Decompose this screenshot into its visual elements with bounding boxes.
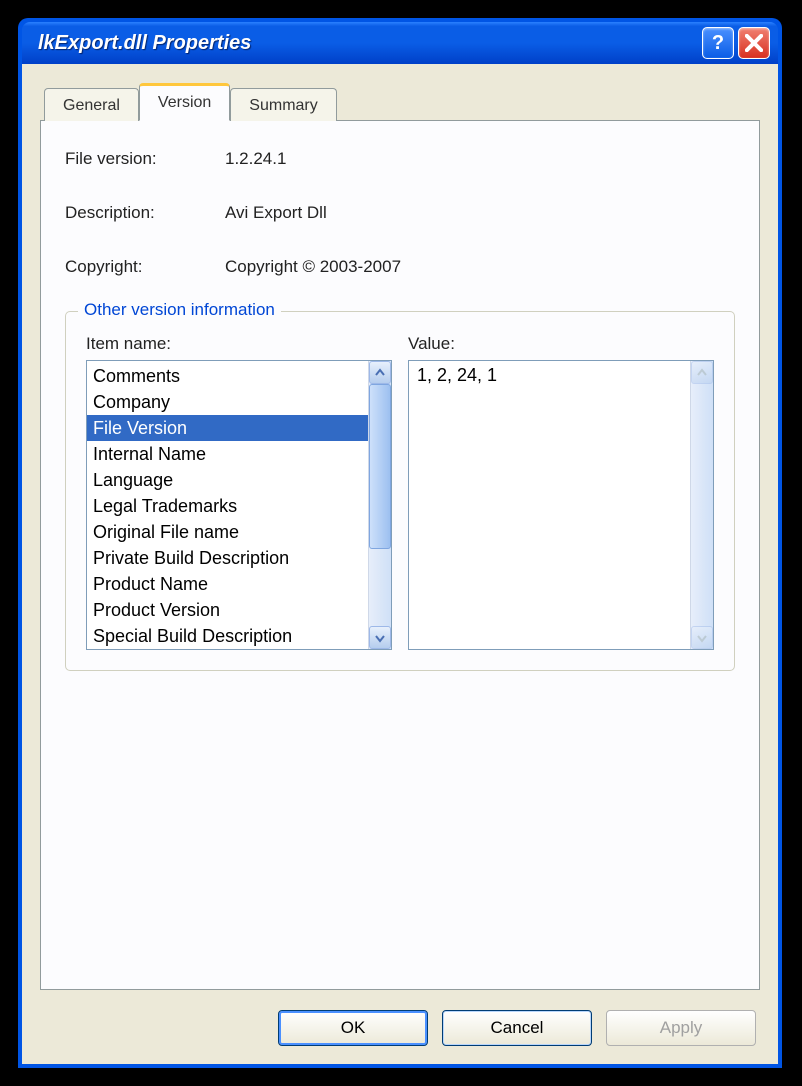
client-area: General Version Summary File version: 1.…	[22, 64, 778, 1064]
list-item[interactable]: Company	[87, 389, 368, 415]
titlebar-controls: ?	[702, 27, 770, 59]
chevron-down-icon	[375, 633, 385, 643]
cancel-button[interactable]: Cancel	[442, 1010, 592, 1046]
tab-summary[interactable]: Summary	[230, 88, 336, 121]
list-item[interactable]: Language	[87, 467, 368, 493]
row-description: Description: Avi Export Dll	[65, 203, 735, 223]
value-scrollbar	[690, 361, 713, 649]
chevron-up-icon	[697, 368, 707, 378]
close-button[interactable]	[738, 27, 770, 59]
scroll-up-button[interactable]	[369, 361, 391, 384]
chevron-up-icon	[375, 368, 385, 378]
col-value: Value: 1, 2, 24, 1	[408, 334, 714, 650]
tab-general[interactable]: General	[44, 88, 139, 121]
list-item[interactable]: Comments	[87, 363, 368, 389]
help-button[interactable]: ?	[702, 27, 734, 59]
file-version-value: 1.2.24.1	[225, 149, 286, 169]
window-title: lkExport.dll Properties	[38, 32, 702, 55]
row-copyright: Copyright: Copyright © 2003-2007	[65, 257, 735, 277]
scroll-track[interactable]	[369, 384, 391, 626]
group-other-version-info: Other version information Item name: Com…	[65, 311, 735, 671]
titlebar: lkExport.dll Properties ?	[22, 22, 778, 64]
group-legend: Other version information	[78, 300, 281, 320]
chevron-down-icon	[697, 633, 707, 643]
tab-panel-version: File version: 1.2.24.1 Description: Avi …	[40, 120, 760, 990]
list-item[interactable]: Special Build Description	[87, 623, 368, 649]
scroll-up-button	[691, 361, 713, 384]
scroll-down-button[interactable]	[369, 626, 391, 649]
scroll-down-button	[691, 626, 713, 649]
list-item[interactable]: Product Name	[87, 571, 368, 597]
value-textbox[interactable]: 1, 2, 24, 1	[408, 360, 714, 650]
list-item[interactable]: Internal Name	[87, 441, 368, 467]
value-text: 1, 2, 24, 1	[409, 361, 690, 649]
description-label: Description:	[65, 203, 225, 223]
copyright-value: Copyright © 2003-2007	[225, 257, 401, 277]
value-label: Value:	[408, 334, 714, 354]
close-icon	[745, 34, 763, 52]
list-item[interactable]: Private Build Description	[87, 545, 368, 571]
ok-button[interactable]: OK	[278, 1010, 428, 1046]
copyright-label: Copyright:	[65, 257, 225, 277]
apply-button: Apply	[606, 1010, 756, 1046]
col-item-name: Item name: CommentsCompanyFile VersionIn…	[86, 334, 392, 650]
dialog-buttons: OK Cancel Apply	[40, 1010, 760, 1046]
tab-version[interactable]: Version	[139, 83, 230, 121]
row-file-version: File version: 1.2.24.1	[65, 149, 735, 169]
tab-strip: General Version Summary	[40, 82, 760, 120]
list-item[interactable]: Product Version	[87, 597, 368, 623]
list-item[interactable]: Original File name	[87, 519, 368, 545]
item-name-label: Item name:	[86, 334, 392, 354]
item-list-scrollbar[interactable]	[368, 361, 391, 649]
description-value: Avi Export Dll	[225, 203, 327, 223]
item-name-listbox[interactable]: CommentsCompanyFile VersionInternal Name…	[86, 360, 392, 650]
help-icon: ?	[712, 32, 724, 55]
scroll-thumb[interactable]	[369, 384, 391, 549]
list-item[interactable]: File Version	[87, 415, 368, 441]
list-item[interactable]: Legal Trademarks	[87, 493, 368, 519]
properties-dialog: lkExport.dll Properties ? General Versio…	[18, 18, 782, 1068]
scroll-track	[691, 384, 713, 626]
file-version-label: File version:	[65, 149, 225, 169]
